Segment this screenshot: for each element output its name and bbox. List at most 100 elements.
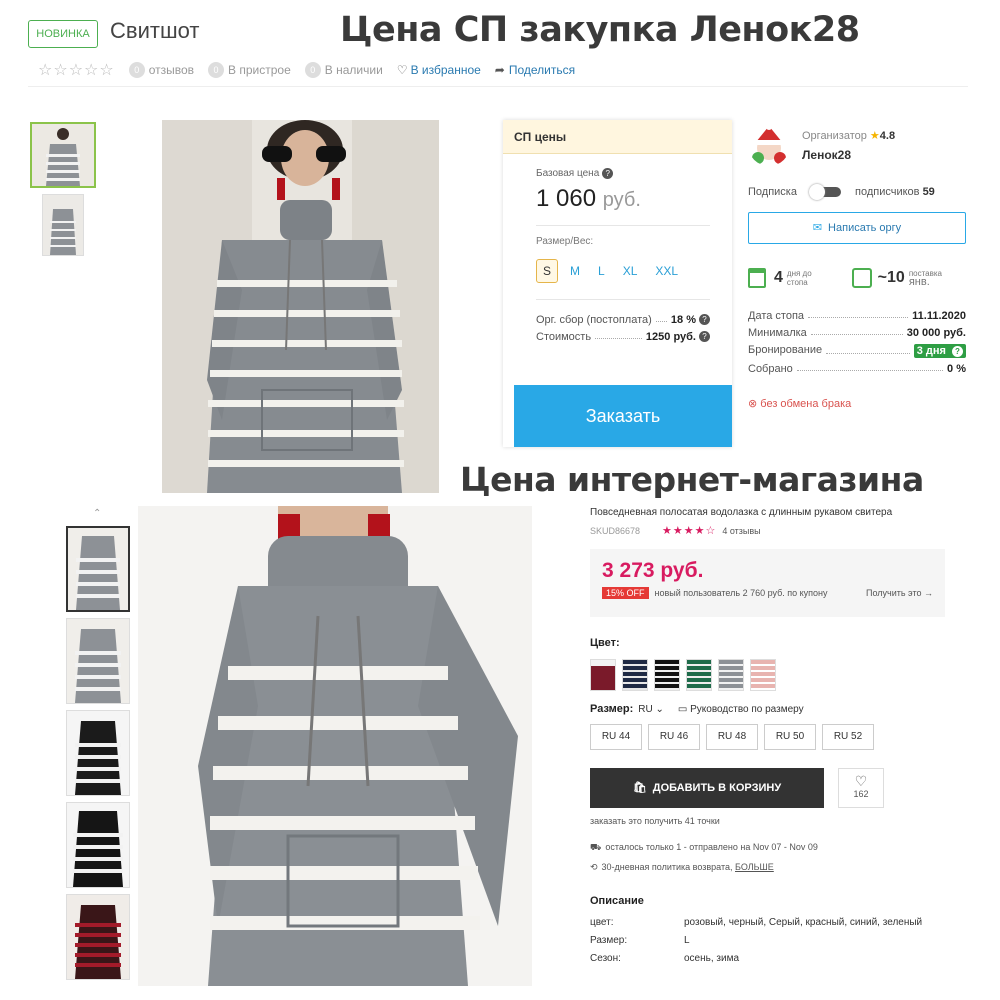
truck-icon: ⛟	[590, 842, 602, 852]
delivery-icon	[851, 268, 872, 288]
subscribers-label: подписчиков	[854, 186, 920, 198]
share-icon: ➦	[494, 63, 505, 77]
coupon-text: новый пользователь 2 760 руб. по купону	[654, 588, 828, 598]
ru-size-48[interactable]: RU 48	[706, 724, 758, 750]
new-badge: НОВИНКА	[28, 20, 98, 48]
size-option-s[interactable]: S	[536, 259, 559, 284]
desc-row-season: Сезон: осень, зима	[590, 953, 740, 964]
size-guide-link[interactable]: ▭ Руководство по размеру	[678, 704, 804, 715]
sp-price-panel: СП цены Базовая цена? 1 060 руб. Размер/…	[503, 120, 732, 447]
thumbnail-gray[interactable]	[66, 526, 130, 612]
thumb-scroll-up-icon[interactable]: ⌃	[93, 508, 101, 519]
shop-size-options: RU 44 RU 46 RU 48 RU 50 RU 52	[590, 724, 950, 750]
size-option-l[interactable]: L	[592, 260, 611, 282]
ru-size-52[interactable]: RU 52	[822, 724, 874, 750]
color-label: Цвет:	[590, 637, 620, 649]
help-icon[interactable]: ?	[699, 314, 710, 326]
shop-overlay-title: Цена интернет-магазина	[460, 460, 924, 499]
favorites-link[interactable]: ♡ В избранное	[397, 63, 481, 77]
sweater-thumb-image	[32, 124, 94, 186]
ru-size-44[interactable]: RU 44	[590, 724, 642, 750]
shop-reviews-link[interactable]: 4 отзывы	[722, 526, 760, 536]
thumbnail-black-2[interactable]	[66, 802, 130, 888]
star-icon: ★	[869, 129, 880, 142]
ru-size-50[interactable]: RU 50	[764, 724, 816, 750]
in-stock-meta[interactable]: 0В наличии	[304, 62, 383, 78]
description-table: цвет: розовый, черный, Серый, красный, си…	[590, 917, 950, 964]
thumbnail-gray-2[interactable]	[66, 618, 130, 704]
shop-price: 3 273 руб.	[602, 559, 704, 582]
color-swatch-green[interactable]	[686, 659, 712, 691]
order-button[interactable]: Заказать	[514, 385, 732, 447]
points-text: заказать это получить 41 точки	[590, 816, 720, 826]
size-option-m[interactable]: M	[564, 260, 586, 282]
divider	[28, 86, 968, 87]
calendar-icon	[748, 268, 766, 288]
organizer-block: Организатор ★4.8 Ленок28 Подписка подпис…	[748, 124, 968, 410]
subscribe-toggle[interactable]	[808, 184, 841, 200]
size-label: Размер:	[590, 703, 634, 715]
color-swatch-navy[interactable]	[622, 659, 648, 691]
review-stars-icon: ★★★★☆	[662, 525, 717, 537]
sp-overlay-title: Цена СП закупка Ленок28	[340, 10, 860, 50]
wishlist-button[interactable]: ♡ 162	[838, 768, 884, 808]
organizer-rating: 4.8	[879, 129, 896, 142]
return-policy: ⟲ 30-дневная политика возврата, БОЛЬШЕ	[590, 862, 774, 872]
return-icon: ⟲	[590, 862, 598, 872]
base-price-label: Базовая цена?	[536, 168, 710, 179]
return-more-link[interactable]: БОЛЬШЕ	[735, 862, 774, 872]
help-icon[interactable]: ?	[602, 168, 614, 179]
ruler-icon: ▭	[677, 703, 688, 715]
cart-icon: 🛍	[632, 782, 647, 794]
help-icon[interactable]: ?	[699, 331, 710, 343]
size-region-select[interactable]: RU ⌄	[638, 704, 664, 715]
product-main-photo	[162, 120, 439, 493]
desc-row-size: Размер: L	[590, 935, 690, 946]
minimum-row: Минималка 30 000 руб.	[748, 327, 966, 339]
thumbnail-red[interactable]	[66, 894, 130, 980]
color-swatches	[590, 659, 950, 691]
description-title: Описание	[590, 895, 644, 907]
delivery-estimate: ~10	[877, 269, 905, 286]
cost-row: Стоимость 1250 руб.?	[536, 331, 710, 343]
reviews-meta[interactable]: 0 отзывов	[128, 62, 194, 78]
shop-main-photo	[138, 506, 532, 986]
thumbnail-black[interactable]	[66, 710, 130, 796]
shipping-info: ⛟ осталось только 1 - отправлено на Nov 0…	[590, 842, 818, 852]
sku: SKUD86678	[590, 525, 641, 536]
organizer-role: Организатор	[802, 129, 867, 142]
meta-bar: ☆☆☆☆☆ 0 отзывов 0В пристрое 0В наличии ♡ В…	[38, 60, 575, 80]
write-organizer-button[interactable]: ✉ Написать оргу	[748, 212, 966, 244]
color-swatch-pink[interactable]	[750, 659, 776, 691]
subscribers-count: 59	[922, 186, 935, 198]
color-swatch-gray[interactable]	[718, 659, 744, 691]
share-link[interactable]: ➦ Поделиться	[495, 63, 575, 77]
in-progress-meta[interactable]: 0В пристрое	[208, 62, 291, 78]
color-swatch-black[interactable]	[654, 659, 680, 691]
stop-date-row: Дата стопа 11.11.2020	[748, 310, 966, 322]
size-weight-label: Размер/Вес:	[536, 236, 594, 248]
add-to-cart-button[interactable]: 🛍 ДОБАВИТЬ В КОРЗИНУ	[590, 768, 824, 808]
sp-panel-header: СП цены	[503, 120, 732, 154]
size-option-xl[interactable]: XL	[617, 260, 644, 282]
shop-price-box: 3 273 руб. 15% OFF новый пользователь 2 …	[590, 549, 945, 617]
ru-size-46[interactable]: RU 46	[648, 724, 700, 750]
mail-icon: ✉	[812, 222, 823, 234]
get-coupon-link[interactable]: Получить это →	[866, 588, 933, 598]
color-swatch-burgundy[interactable]	[590, 659, 616, 691]
rating-stars-icon: ☆☆☆☆☆	[38, 62, 115, 79]
heart-icon: ♡	[854, 773, 868, 789]
sp-price: 1 060 руб.	[536, 185, 641, 213]
desc-row-color: цвет: розовый, черный, Серый, красный, си…	[590, 917, 923, 928]
organizer-avatar	[748, 124, 790, 166]
product-title: Свитшот	[110, 18, 200, 43]
fee-row: Орг. сбор (постоплата) 18 %?	[536, 314, 710, 326]
shop-info: Повседневная полосатая водолазка с длинн…	[590, 507, 950, 971]
organizer-name[interactable]: Ленок28	[802, 148, 895, 162]
thumbnail-2[interactable]	[42, 194, 84, 256]
shop-product-title: Повседневная полосатая водолазка с длинн…	[590, 507, 893, 518]
no-exchange-icon: ⊗	[748, 398, 758, 410]
size-option-xxl[interactable]: XXL	[649, 260, 684, 282]
help-icon[interactable]: ?	[952, 345, 963, 357]
thumbnail-1[interactable]	[30, 122, 96, 188]
